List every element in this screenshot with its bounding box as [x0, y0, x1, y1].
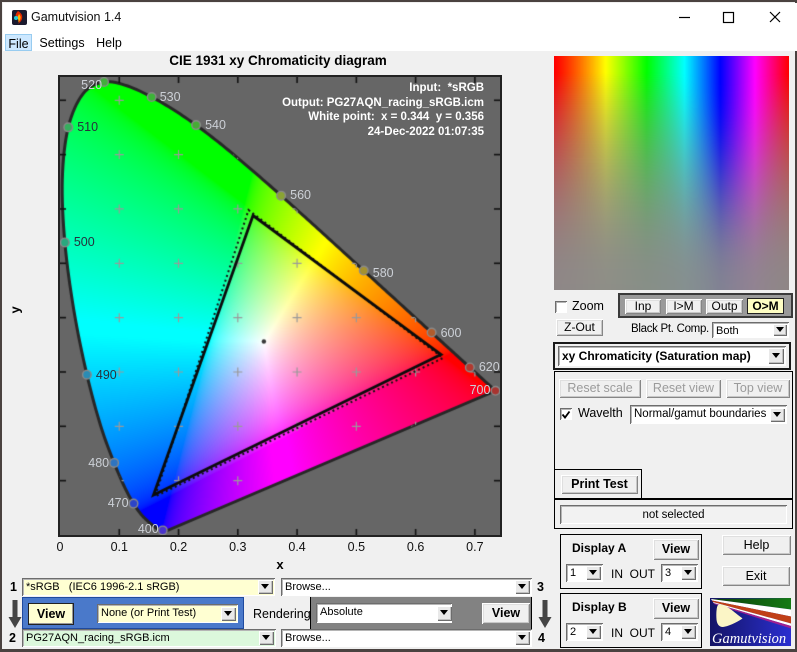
- svg-text:Gamutvision: Gamutvision: [712, 631, 786, 646]
